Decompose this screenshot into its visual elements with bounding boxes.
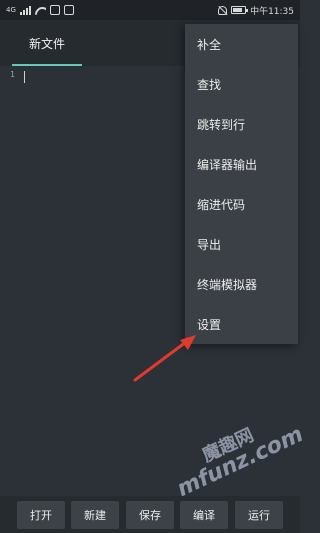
- menu-item-label: 缩进代码: [197, 197, 246, 212]
- menu-item-indent-code[interactable]: 缩进代码: [185, 184, 298, 224]
- run-button[interactable]: 运行: [235, 501, 283, 529]
- overflow-menu: 补全 查找 跳转到行 编译器输出 缩进代码 导出 终端模拟器 设置: [185, 24, 298, 344]
- line-number: 1: [10, 70, 15, 79]
- notification-icon: [49, 5, 60, 15]
- app-icon: [63, 5, 74, 15]
- menu-item-goto-line[interactable]: 跳转到行: [185, 104, 298, 144]
- compile-button[interactable]: 编译: [180, 501, 228, 529]
- status-bar: 4G 中午11:35: [0, 0, 300, 20]
- menu-item-compiler-output[interactable]: 编译器输出: [185, 144, 298, 184]
- status-left: 4G: [6, 5, 74, 15]
- mute-icon: [218, 5, 228, 15]
- menu-item-find[interactable]: 查找: [185, 64, 298, 104]
- open-button[interactable]: 打开: [17, 501, 65, 529]
- menu-item-label: 跳转到行: [197, 117, 246, 132]
- text-cursor: [24, 71, 25, 83]
- menu-item-complete[interactable]: 补全: [185, 24, 298, 64]
- new-button[interactable]: 新建: [71, 501, 119, 529]
- save-button-label: 保存: [139, 509, 161, 522]
- menu-item-export[interactable]: 导出: [185, 224, 298, 264]
- open-button-label: 打开: [30, 509, 52, 522]
- new-button-label: 新建: [84, 509, 106, 522]
- menu-item-label: 补全: [197, 37, 222, 52]
- menu-item-label: 导出: [197, 237, 222, 252]
- menu-item-label: 查找: [197, 77, 222, 92]
- status-right: 中午11:35: [218, 4, 294, 17]
- menu-item-terminal-emulator[interactable]: 终端模拟器: [185, 264, 298, 304]
- menu-item-label: 设置: [197, 317, 222, 332]
- menu-item-label: 编译器输出: [197, 157, 258, 172]
- status-time: 中午11:35: [250, 6, 294, 17]
- menu-item-label: 终端模拟器: [197, 277, 258, 292]
- signal-type: 4G: [6, 6, 16, 14]
- tab-new-file[interactable]: 新文件: [12, 20, 82, 66]
- wifi-icon: [35, 6, 46, 15]
- save-button[interactable]: 保存: [126, 501, 174, 529]
- run-button-label: 运行: [248, 509, 270, 522]
- bottom-toolbar: 打开 新建 保存 编译 运行: [0, 496, 300, 533]
- tab-label: 新文件: [28, 36, 65, 51]
- compile-button-label: 编译: [193, 509, 215, 522]
- menu-item-settings[interactable]: 设置: [185, 304, 298, 344]
- battery-icon: [231, 6, 249, 14]
- signal-bars-icon: [19, 5, 31, 15]
